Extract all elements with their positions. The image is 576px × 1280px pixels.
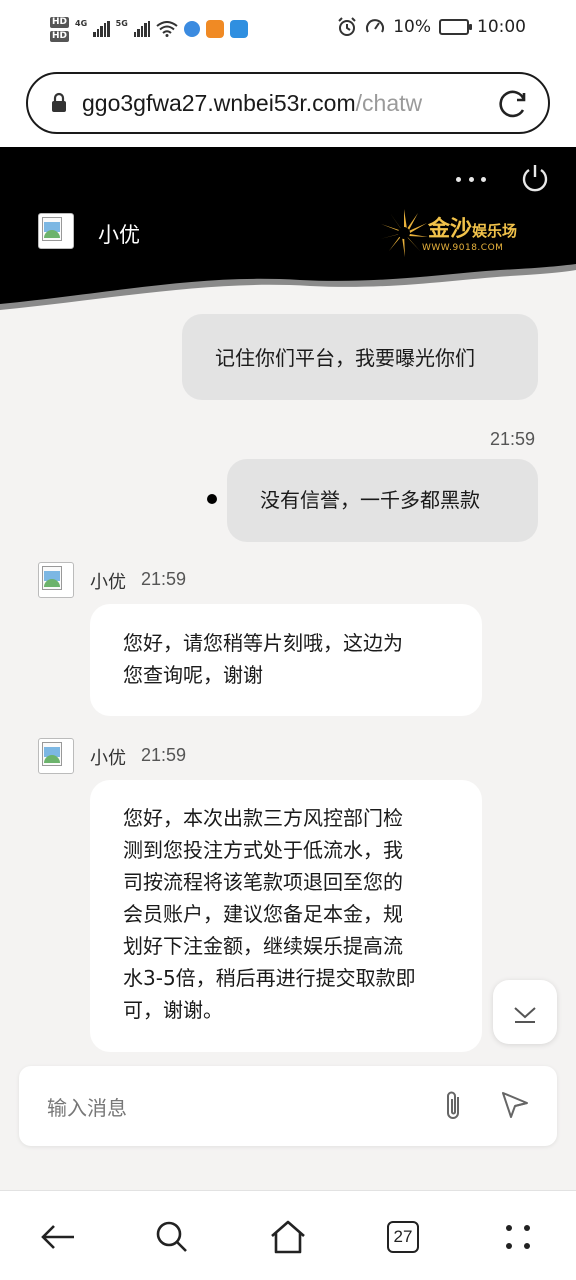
chevron-down-icon bbox=[514, 1007, 536, 1023]
message-text: 您好，本次出款三方风控部门检 测到您投注方式处于低流水，我 司按流程将该笔款项退… bbox=[123, 802, 416, 1026]
network-4g-label: 4G bbox=[75, 18, 88, 28]
back-button[interactable] bbox=[36, 1215, 80, 1259]
agent-name: 小优 bbox=[98, 223, 140, 247]
message-text: 您好，请您稍等片刻哦，这边为 您查询呢，谢谢 bbox=[123, 627, 403, 691]
casino-logo: 金沙娱乐场 WWW.9018.COM bbox=[378, 207, 538, 261]
message-input[interactable]: 输入消息 bbox=[47, 1092, 127, 1121]
signal-icon-1 bbox=[93, 21, 110, 37]
menu-button[interactable] bbox=[496, 1215, 540, 1259]
message-line: 您好，本次出款三方风控部门检 bbox=[123, 806, 403, 830]
home-icon bbox=[271, 1220, 305, 1254]
sender-time: 21:59 bbox=[141, 745, 187, 765]
network-5g-label: 5G bbox=[115, 18, 128, 28]
outgoing-message[interactable]: 记住你们平台，我要曝光你们 bbox=[182, 314, 538, 400]
app-notification-icon-1 bbox=[184, 21, 201, 37]
battery-percent: 10% bbox=[393, 17, 431, 37]
screen: HD HD 4G 5G 10% 10:00 ggo3gfwa27.wnbei53… bbox=[0, 0, 576, 1280]
arrow-left-icon bbox=[41, 1225, 74, 1249]
agent-avatar bbox=[38, 213, 74, 249]
app-notification-icon-2 bbox=[206, 20, 225, 38]
message-line: 划好下注金额，继续娱乐提高流 bbox=[123, 934, 403, 958]
status-left: HD HD 4G 5G bbox=[50, 12, 249, 46]
reload-icon[interactable] bbox=[496, 87, 530, 121]
hd-badge-1: HD bbox=[50, 16, 70, 28]
message-text: 没有信誉，一千多都黑款 bbox=[260, 488, 480, 512]
tabs-count: 27 bbox=[387, 1221, 419, 1253]
tabs-button[interactable]: 27 bbox=[381, 1215, 425, 1259]
message-line: 会员账户，建议您备足本金，规 bbox=[123, 902, 403, 926]
speedometer-icon bbox=[366, 19, 385, 33]
clock: 10:00 bbox=[477, 17, 526, 37]
address-bar[interactable]: ggo3gfwa27.wnbei53r.com/chatw bbox=[26, 72, 550, 134]
search-button[interactable] bbox=[150, 1215, 194, 1259]
message-composer[interactable]: 输入消息 bbox=[19, 1066, 557, 1146]
more-options-icon[interactable] bbox=[456, 167, 486, 191]
message-line: 可，谢谢。 bbox=[123, 998, 223, 1022]
lock-icon[interactable] bbox=[50, 92, 68, 114]
hd-indicators: HD HD bbox=[50, 16, 70, 42]
message-line: 您查询呢，谢谢 bbox=[123, 663, 263, 687]
logo-text-main: 金沙 bbox=[428, 216, 473, 242]
sender-time: 21:59 bbox=[141, 569, 187, 589]
dots-grid-icon bbox=[506, 1225, 530, 1249]
browser-bottom-nav: 27 bbox=[0, 1190, 576, 1280]
url-domain: ggo3gfwa27.wnbei53r.com bbox=[82, 89, 356, 116]
chat-area[interactable]: 记住你们平台，我要曝光你们 21:59 没有信誉，一千多都黑款 小优 21:59… bbox=[0, 312, 576, 1190]
paperclip-icon[interactable] bbox=[439, 1088, 467, 1124]
incoming-message[interactable]: 您好，请您稍等片刻哦，这边为 您查询呢，谢谢 bbox=[90, 604, 482, 716]
message-text: 记住你们平台，我要曝光你们 bbox=[215, 346, 475, 370]
search-icon bbox=[156, 1221, 187, 1252]
status-right: 10% 10:00 bbox=[337, 17, 526, 37]
header-wave bbox=[0, 264, 576, 312]
url-text[interactable]: ggo3gfwa27.wnbei53r.com/chatw bbox=[82, 90, 480, 117]
incoming-message[interactable]: 您好，本次出款三方风控部门检 测到您投注方式处于低流水，我 司按流程将该笔款项退… bbox=[90, 780, 482, 1052]
sender-name: 小优 bbox=[90, 748, 126, 769]
hd-badge-2: HD bbox=[50, 30, 70, 42]
alarm-icon bbox=[338, 17, 356, 36]
app-notification-icon-3 bbox=[230, 20, 249, 38]
sender-name: 小优 bbox=[90, 572, 126, 593]
scroll-to-bottom-button[interactable] bbox=[493, 980, 557, 1044]
wifi-icon bbox=[156, 21, 178, 37]
message-line: 水3-5倍，稍后再进行提交取款即 bbox=[123, 966, 416, 990]
battery-icon bbox=[439, 19, 472, 35]
message-timestamp: 21:59 bbox=[490, 429, 536, 449]
send-icon[interactable] bbox=[499, 1089, 531, 1121]
message-line: 司按流程将该笔款项退回至您的 bbox=[123, 870, 403, 894]
agent-avatar bbox=[38, 562, 74, 598]
logo-url: WWW.9018.COM bbox=[422, 243, 504, 253]
status-bar: HD HD 4G 5G 10% 10:00 bbox=[0, 0, 576, 58]
agent-avatar bbox=[38, 738, 74, 774]
browser-toolbar: ggo3gfwa27.wnbei53r.com/chatw bbox=[0, 58, 576, 147]
logo-text-small: 娱乐场 bbox=[472, 222, 518, 240]
url-path: /chatw bbox=[355, 89, 423, 116]
logo-text: 金沙娱乐场 bbox=[428, 211, 517, 243]
signal-icon-2 bbox=[133, 21, 151, 37]
message-line: 您好，请您稍等片刻哦，这边为 bbox=[123, 631, 403, 655]
home-button[interactable] bbox=[266, 1215, 310, 1259]
message-line: 测到您投注方式处于低流水，我 bbox=[123, 838, 403, 862]
unread-dot bbox=[207, 494, 217, 504]
outgoing-message[interactable]: 没有信誉，一千多都黑款 bbox=[227, 459, 538, 542]
chat-header: 小优 金沙娱乐场 WWW.9018.COM bbox=[0, 147, 576, 312]
power-icon[interactable] bbox=[520, 163, 550, 193]
